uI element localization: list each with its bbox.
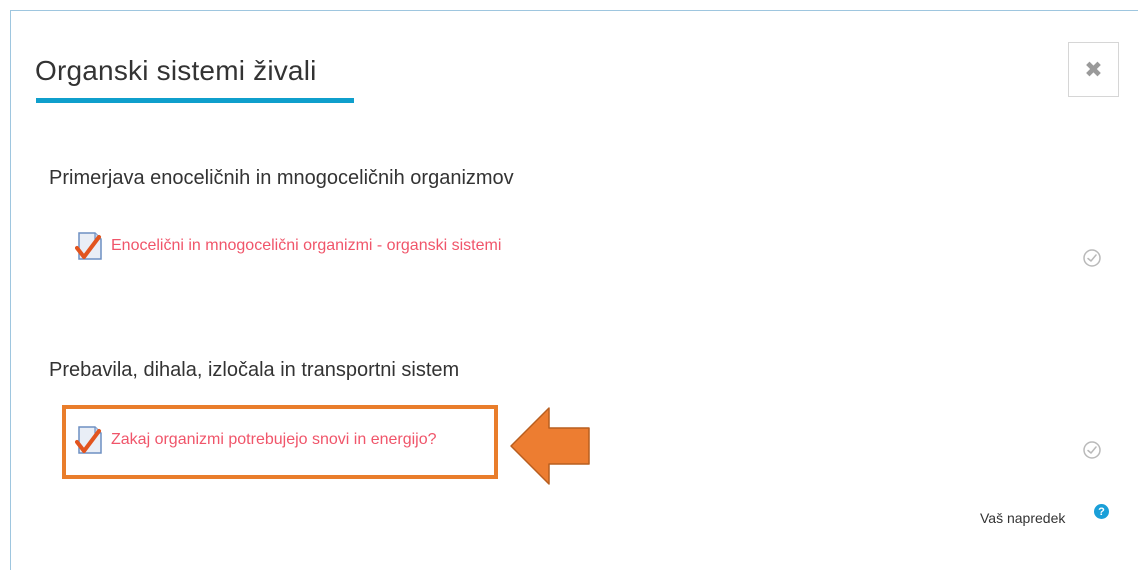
help-icon[interactable]: ?: [1094, 504, 1109, 519]
close-icon: ✖: [1084, 56, 1103, 82]
arrow-left-icon: [510, 407, 590, 485]
section-heading-1: Primerjava enoceličnih in mnogoceličnih …: [49, 167, 514, 189]
section-heading-2: Prebavila, dihala, izločala in transport…: [49, 359, 460, 381]
activity-item-1[interactable]: Enocelični in mnogocelični organizmi - o…: [75, 231, 501, 261]
close-button[interactable]: ✖: [1068, 42, 1119, 97]
highlight-box: [62, 405, 498, 479]
progress-label: Vaš napredek: [980, 510, 1066, 526]
quiz-icon: [75, 232, 102, 260]
title-underline: [36, 98, 354, 103]
activity-link-1[interactable]: Enocelični in mnogocelični organizmi - o…: [111, 237, 501, 255]
completion-checkbox-1[interactable]: [1082, 248, 1102, 268]
progress-indicator: Vaš napredek: [980, 510, 1065, 526]
completion-checkbox-2[interactable]: [1082, 440, 1102, 460]
modal-title: Organski sistemi živali: [35, 55, 317, 86]
